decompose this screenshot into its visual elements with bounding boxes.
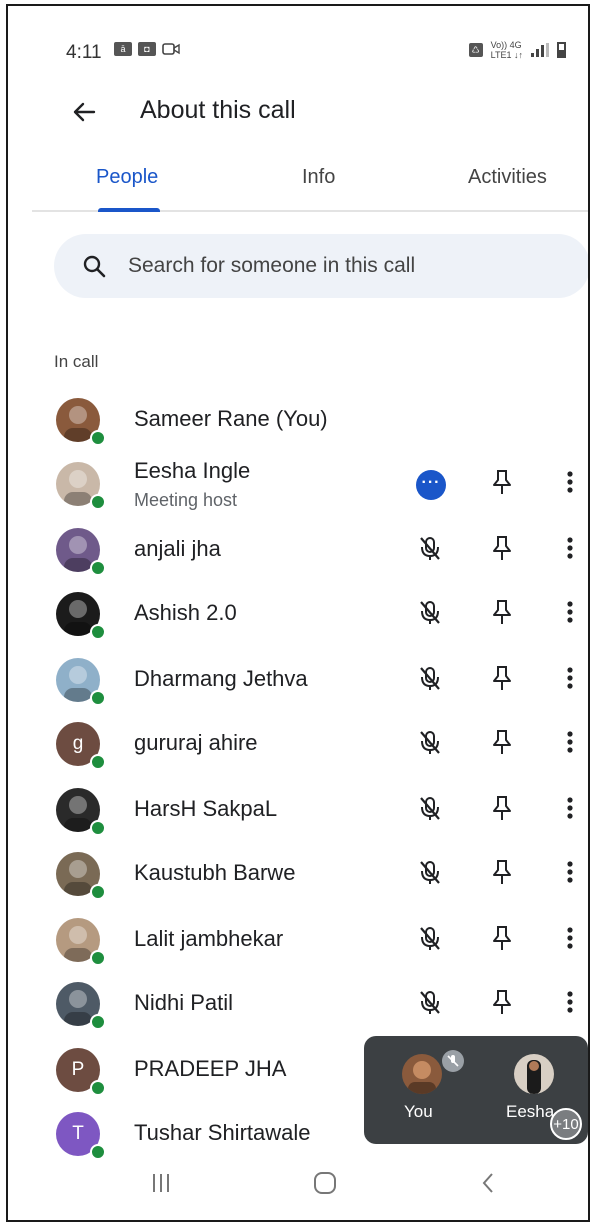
participant-name: Nidhi Patil xyxy=(134,990,234,1015)
online-status-dot xyxy=(90,820,106,836)
participant-name: Kaustubh Barwe xyxy=(134,860,296,885)
pin-icon[interactable] xyxy=(486,986,518,1018)
online-status-dot xyxy=(90,430,106,446)
mic-muted-icon[interactable] xyxy=(414,596,446,628)
pin-icon[interactable] xyxy=(486,532,518,564)
online-status-dot xyxy=(90,690,106,706)
participant-role: Meeting host xyxy=(134,490,238,510)
more-options-icon[interactable] xyxy=(554,596,586,628)
participant-row[interactable]: Sameer Rane (You) xyxy=(8,386,588,450)
back-nav-icon[interactable] xyxy=(478,1170,498,1196)
host-controls-button[interactable]: ··· xyxy=(416,470,446,500)
pin-icon[interactable] xyxy=(486,466,518,498)
search-placeholder: Search for someone in this call xyxy=(128,254,416,277)
participant-name: PRADEEP JHA xyxy=(134,1056,287,1081)
participant-row[interactable]: Ashish 2.0 xyxy=(8,580,588,644)
mic-muted-icon[interactable] xyxy=(414,726,446,758)
pin-icon[interactable] xyxy=(486,596,518,628)
mic-muted-icon[interactable] xyxy=(414,986,446,1018)
participant-name: Lalit jambhekar xyxy=(134,926,284,951)
phone-screen: 4:11 ā ◘ ♺ Vo)) 4G LTE1 ↓↑ About this ca… xyxy=(6,4,590,1222)
online-status-dot xyxy=(90,1080,106,1096)
participant-name: anjali jha xyxy=(134,536,221,561)
participant-name: Dharmang Jethva xyxy=(134,666,308,691)
online-status-dot xyxy=(90,494,106,510)
participant-row[interactable]: HarsH SakpaL xyxy=(8,776,588,840)
pip-you-label: You xyxy=(404,1102,433,1121)
status-time: 4:11 xyxy=(66,42,102,63)
participant-row[interactable]: Nidhi Patil xyxy=(8,970,588,1034)
mic-muted-icon[interactable] xyxy=(414,922,446,954)
mic-muted-icon[interactable] xyxy=(414,856,446,888)
pip-muted-icon xyxy=(442,1050,464,1072)
active-tab-indicator xyxy=(98,208,160,212)
more-options-icon[interactable] xyxy=(554,466,586,498)
pin-icon[interactable] xyxy=(486,726,518,758)
tab-info[interactable]: Info xyxy=(302,166,335,189)
more-options-icon[interactable] xyxy=(554,532,586,564)
participant-name: Tushar Shirtawale xyxy=(134,1120,311,1145)
network-type-label: Vo)) 4G LTE1 ↓↑ xyxy=(490,40,523,60)
page-title: About this call xyxy=(140,96,296,124)
more-options-icon[interactable] xyxy=(554,792,586,824)
video-camera-icon xyxy=(162,43,180,55)
battery-icon xyxy=(557,42,566,58)
pin-icon[interactable] xyxy=(486,662,518,694)
search-input[interactable]: Search for someone in this call xyxy=(54,234,588,298)
section-label: In call xyxy=(54,352,99,371)
pip-avatar-you xyxy=(402,1054,442,1094)
notification-icons: ā ◘ xyxy=(114,42,180,56)
mic-muted-icon[interactable] xyxy=(414,532,446,564)
pip-avatar-eesha xyxy=(514,1054,554,1094)
online-status-dot xyxy=(90,950,106,966)
tab-people[interactable]: People xyxy=(96,166,158,189)
more-options-icon[interactable] xyxy=(554,856,586,888)
media-notification-icon: ◘ xyxy=(138,42,156,56)
tab-activities[interactable]: Activities xyxy=(468,166,547,189)
pin-icon[interactable] xyxy=(486,792,518,824)
tab-bar: People Info Activities xyxy=(32,156,588,212)
signal-icon xyxy=(531,43,549,57)
participant-name: Sameer Rane (You) xyxy=(134,406,328,431)
pin-icon[interactable] xyxy=(486,922,518,954)
participant-name: Ashish 2.0 xyxy=(134,600,237,625)
pip-eesha-label: Eesha xyxy=(506,1102,555,1121)
online-status-dot xyxy=(90,884,106,900)
pip-more-count: +10 xyxy=(550,1108,582,1140)
data-saver-icon: ♺ xyxy=(468,43,483,57)
participant-row[interactable]: Dharmang Jethva xyxy=(8,646,588,710)
more-options-icon[interactable] xyxy=(554,726,586,758)
mic-muted-icon[interactable] xyxy=(414,662,446,694)
online-status-dot xyxy=(90,624,106,640)
online-status-dot xyxy=(90,754,106,770)
more-options-icon[interactable] xyxy=(554,922,586,954)
participant-row[interactable]: anjali jha xyxy=(8,516,588,580)
mic-muted-icon[interactable] xyxy=(414,792,446,824)
participant-name: gururaj ahire xyxy=(134,730,258,755)
pin-icon[interactable] xyxy=(486,856,518,888)
app-notification-icon: ā xyxy=(114,42,132,56)
system-status-icons: ♺ Vo)) 4G LTE1 ↓↑ xyxy=(468,40,566,60)
search-icon xyxy=(83,255,106,278)
more-options-icon[interactable] xyxy=(554,986,586,1018)
call-pip-overlay[interactable]: You Eesha +10 xyxy=(364,1036,588,1144)
status-bar: 4:11 ā ◘ ♺ Vo)) 4G LTE1 ↓↑ xyxy=(8,6,588,86)
system-nav-bar xyxy=(8,1156,588,1216)
participant-row[interactable]: Lalit jambhekar xyxy=(8,906,588,970)
participant-name: HarsH SakpaL xyxy=(134,796,278,821)
more-options-icon[interactable] xyxy=(554,662,586,694)
recent-apps-icon[interactable] xyxy=(150,1170,172,1196)
participant-row[interactable]: Eesha Ingle Meeting host ··· xyxy=(8,450,588,514)
participant-row[interactable]: g gururaj ahire xyxy=(8,710,588,774)
participant-name: Eesha Ingle xyxy=(134,458,251,483)
online-status-dot xyxy=(90,560,106,576)
online-status-dot xyxy=(90,1014,106,1030)
back-arrow-icon[interactable] xyxy=(68,96,100,128)
home-icon[interactable] xyxy=(312,1170,338,1196)
participant-row[interactable]: Kaustubh Barwe xyxy=(8,840,588,904)
